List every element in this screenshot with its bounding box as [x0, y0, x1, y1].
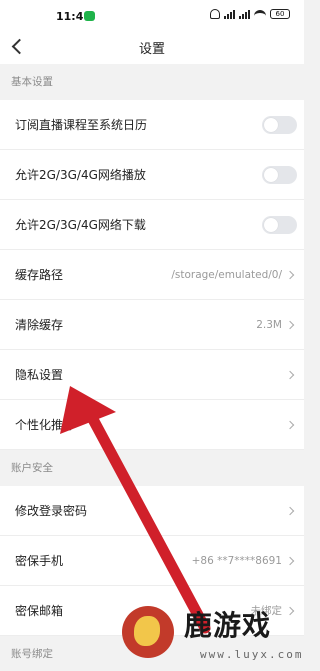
allow-mobile-play-toggle[interactable]: [262, 166, 297, 184]
chevron-right-icon: [285, 370, 295, 380]
chevron-right-icon: [285, 506, 295, 516]
section-header-basic: 基本设置: [0, 64, 304, 100]
row-label: 缓存路径: [15, 268, 64, 282]
watermark-brand: 鹿游戏: [184, 609, 272, 642]
section-header-account: 账户安全: [0, 450, 304, 486]
signal-icon-2: [239, 9, 250, 19]
row-privacy-settings[interactable]: 隐私设置: [0, 350, 304, 400]
signal-icon: [224, 9, 235, 19]
row-label: 密保邮箱: [15, 604, 64, 618]
phone-value: +86 **7****8691: [191, 555, 282, 567]
status-icons: 60: [210, 9, 290, 19]
deer-logo-icon: [122, 606, 174, 658]
chevron-right-icon: [285, 270, 295, 280]
row-label: 隐私设置: [15, 368, 64, 382]
row-label: 密保手机: [15, 554, 64, 568]
row-clear-cache[interactable]: 清除缓存 2.3M: [0, 300, 304, 350]
row-cache-path[interactable]: 缓存路径 /storage/emulated/0/: [0, 250, 304, 300]
row-label: 允许2G/3G/4G网络下载: [15, 218, 146, 232]
row-label: 清除缓存: [15, 318, 64, 332]
row-label: 个性化推荐: [15, 418, 76, 432]
mute-icon: [210, 9, 220, 19]
status-bar: 11:46 60: [0, 0, 304, 32]
row-label: 订阅直播课程至系统日历: [15, 118, 148, 132]
chevron-right-icon: [285, 420, 295, 430]
subscribe-calendar-toggle[interactable]: [262, 116, 297, 134]
battery-icon: 60: [270, 9, 290, 19]
chevron-right-icon: [285, 320, 295, 330]
chevron-right-icon: [285, 556, 295, 566]
row-allow-mobile-download: 允许2G/3G/4G网络下载: [0, 200, 304, 250]
watermark: 鹿游戏 www.luyx.com: [110, 600, 304, 671]
row-security-phone[interactable]: 密保手机 +86 **7****8691: [0, 536, 304, 586]
page-title: 设置: [138, 42, 165, 57]
row-change-password[interactable]: 修改登录密码: [0, 486, 304, 536]
wechat-notification-icon: [84, 11, 95, 21]
row-personalization[interactable]: 个性化推荐: [0, 400, 304, 450]
cache-size-value: 2.3M: [256, 319, 282, 331]
nav-bar: 设置: [0, 32, 304, 64]
watermark-url: www.luyx.com: [200, 648, 304, 661]
row-allow-mobile-play: 允许2G/3G/4G网络播放: [0, 150, 304, 200]
row-subscribe-calendar: 订阅直播课程至系统日历: [0, 100, 304, 150]
wifi-icon: [254, 9, 266, 19]
row-label: 允许2G/3G/4G网络播放: [15, 168, 146, 182]
row-label: 修改登录密码: [15, 504, 88, 518]
cache-path-value: /storage/emulated/0/: [171, 269, 282, 281]
allow-mobile-download-toggle[interactable]: [262, 216, 297, 234]
